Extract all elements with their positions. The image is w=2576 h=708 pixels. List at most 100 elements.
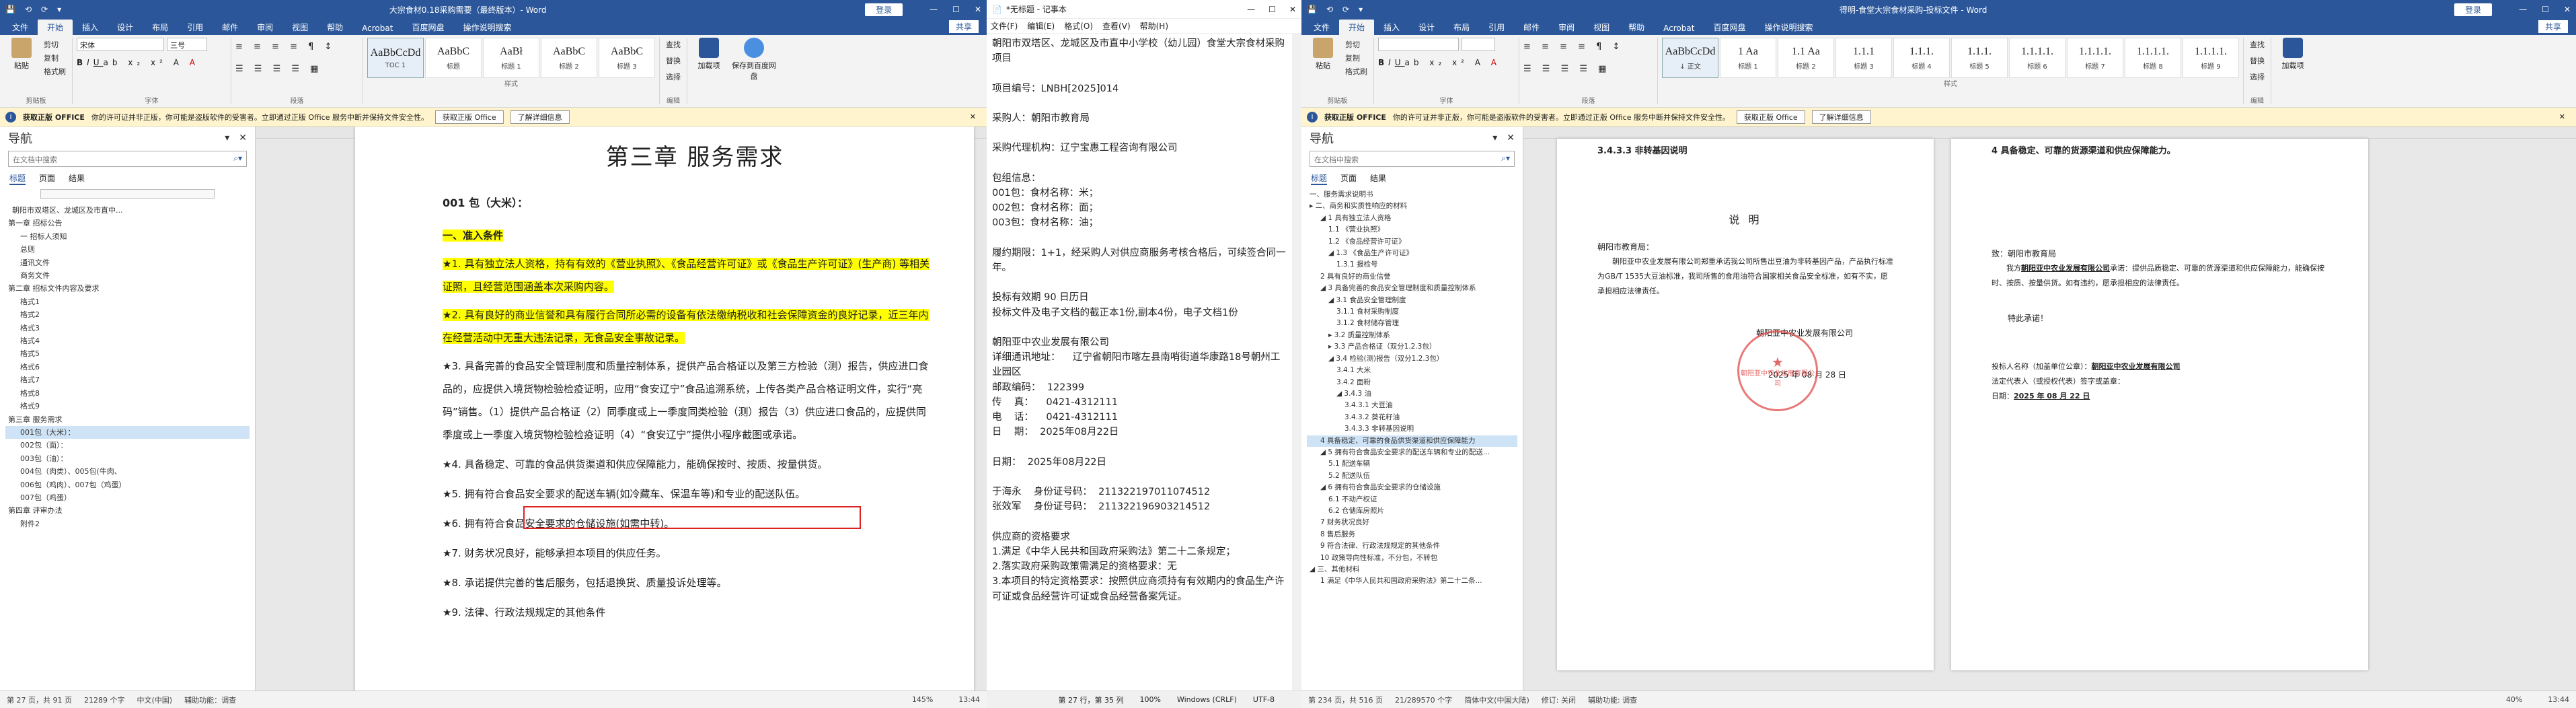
nav-heading-item[interactable]: 1.2 《食品经营许可证》 [1307, 236, 1517, 248]
tab-help[interactable]: 帮助 [1619, 20, 1654, 35]
tab-help[interactable]: 帮助 [317, 20, 352, 35]
nav-heading-item[interactable]: 通讯文件 [5, 256, 250, 269]
nav-heading-item[interactable]: 一 招标人须知 [5, 230, 250, 243]
paragraph-buttons[interactable]: ≡ ≡ ≡ ≡ ¶ ↕ [1523, 38, 1624, 52]
menu-help[interactable]: 帮助(H) [1140, 20, 1168, 32]
nav-tab-results[interactable]: 结果 [1370, 172, 1386, 185]
nav-heading-item[interactable]: 1.1 《营业执照》 [1307, 224, 1517, 236]
maximize-icon[interactable]: ☐ [952, 5, 960, 14]
tab-design[interactable]: 设计 [1409, 20, 1444, 35]
copy-button[interactable]: 复制 [1343, 51, 1369, 65]
font-size-box[interactable]: 三号 [167, 38, 207, 51]
save-icon[interactable]: 💾 [1307, 5, 1317, 14]
baidu-save-button[interactable]: 保存到百度网盘 [730, 38, 778, 104]
nav-heading-item[interactable]: 格式2 [5, 308, 250, 321]
paste-button[interactable]: 粘贴 [1305, 38, 1340, 78]
tab-review[interactable]: 审阅 [1549, 20, 1584, 35]
format-painter-button[interactable]: 格式刷 [1343, 65, 1369, 78]
nav-heading-item[interactable]: 格式8 [5, 387, 250, 400]
style-4[interactable]: AaBbC 标题 3 [599, 38, 655, 78]
style-2[interactable]: 1.1 Aa 标题 2 [1778, 38, 1834, 78]
tab-home[interactable]: 开始 [1339, 20, 1375, 35]
tab-acrobat[interactable]: Acrobat [352, 22, 402, 35]
tab-references[interactable]: 引用 [1479, 20, 1514, 35]
nav-heading-item[interactable]: 朝阳市双塔区、龙城区及市直中... [5, 204, 250, 217]
tab-review[interactable]: 审阅 [248, 20, 282, 35]
tab-file[interactable]: 文件 [3, 20, 38, 35]
style-8[interactable]: 1.1.1.1. 标题 8 [2125, 38, 2181, 78]
addins-button[interactable]: 加载项 [691, 38, 726, 104]
nav-heading-item[interactable]: 1 满足《中华人民共和国政府采购法》第二十二条... [1307, 575, 1517, 587]
minimize-icon[interactable]: — [930, 5, 938, 14]
menu-view[interactable]: 查看(V) [1102, 20, 1131, 32]
nav-heading-item[interactable]: 3.4.3.3 非转基因说明 [1307, 423, 1517, 435]
close-message-icon[interactable]: ✕ [2559, 112, 2565, 121]
format-painter-button[interactable]: 格式刷 [42, 65, 68, 78]
style-2[interactable]: AaBł 标题 1 [483, 38, 539, 78]
style-3[interactable]: 1.1.1 标题 3 [1835, 38, 1892, 78]
nav-heading-item[interactable]: 格式7 [5, 374, 250, 386]
nav-heading-item[interactable]: 3.4.3.2 葵花籽油 [1307, 412, 1517, 423]
nav-heading-item[interactable]: 6.2 仓储库房照片 [1307, 505, 1517, 517]
copy-button[interactable]: 复制 [42, 51, 68, 65]
undo-icon[interactable]: ⟲ [1326, 5, 1333, 14]
tab-view[interactable]: 视图 [1584, 20, 1619, 35]
nav-heading-item[interactable]: 2 具有良好的商业信誉 [1307, 271, 1517, 283]
tab-acrobat[interactable]: Acrobat [1654, 22, 1704, 35]
tell-me-search[interactable]: 操作说明搜索 [453, 20, 521, 35]
accessibility-status[interactable]: 辅助功能: 调查 [1588, 695, 1637, 705]
tab-baidu[interactable]: 百度网盘 [402, 20, 453, 35]
nav-heading-item[interactable]: 5.1 配送车辆 [1307, 458, 1517, 470]
nav-heading-item[interactable]: 3.1.2 食材储存管理 [1307, 318, 1517, 329]
nav-heading-item[interactable]: ◢ 1 具有独立法人资格 [1307, 213, 1517, 224]
nav-heading-item[interactable]: ▸ 二、商务和实质性响应的材料 [1307, 201, 1517, 212]
minimize-icon[interactable]: — [2519, 5, 2527, 14]
select-button[interactable]: 选择 [2248, 70, 2267, 83]
nav-heading-item[interactable]: 第四章 评审办法 [5, 504, 250, 517]
tab-mailings[interactable]: 邮件 [213, 20, 248, 35]
nav-tab-pages[interactable]: 页面 [39, 172, 55, 185]
tab-mailings[interactable]: 邮件 [1514, 20, 1549, 35]
nav-close-icon[interactable]: ✕ [239, 133, 247, 143]
nav-heading-item[interactable]: 5.2 配送队伍 [1307, 470, 1517, 482]
font-size-box[interactable] [1462, 38, 1495, 51]
language[interactable]: 简体中文(中国大陆) [1464, 695, 1529, 705]
close-icon[interactable]: ✕ [1289, 5, 1296, 14]
nav-search-input[interactable]: 在文档中搜索 ⌕▾ [8, 151, 247, 167]
tab-file[interactable]: 文件 [1304, 20, 1339, 35]
nav-tab-headings[interactable]: 标题 [1311, 172, 1328, 185]
nav-heading-item[interactable]: 8 售后服务 [1307, 529, 1517, 540]
nav-heading-item[interactable]: 3.4.2 面粉 [1307, 377, 1517, 388]
share-button[interactable]: 共享 [2538, 20, 2568, 33]
nav-heading-item[interactable]: 3.4.1 大米 [1307, 365, 1517, 376]
nav-heading-item[interactable]: 格式4 [5, 334, 250, 347]
font-name-box[interactable] [1378, 38, 1459, 51]
redo-icon[interactable]: ⟳ [1342, 5, 1349, 14]
nav-options-icon[interactable]: ▾ [225, 133, 229, 143]
nav-heading-item[interactable]: 4 具备稳定、可靠的食品供货渠道和供应保障能力 [1307, 435, 1517, 447]
signin-button[interactable]: 登录 [865, 3, 903, 16]
nav-heading-item[interactable]: 003包（油）： [5, 452, 250, 465]
tab-references[interactable]: 引用 [178, 20, 213, 35]
close-icon[interactable]: ✕ [2564, 5, 2571, 14]
save-icon[interactable]: 💾 [5, 5, 15, 14]
nav-heading-item[interactable]: 10 政策导向性标准，不分包，不转包 [1307, 553, 1517, 564]
nav-tab-results[interactable]: 结果 [69, 172, 85, 185]
menu-edit[interactable]: 编辑(E) [1027, 20, 1055, 32]
nav-options-icon[interactable]: ▾ [1492, 133, 1497, 143]
page-count[interactable]: 第 27 页，共 91 页 [7, 695, 72, 705]
align-buttons[interactable]: ☰ ☰ ☰ ☰ ▦ [1523, 55, 1610, 74]
style-1[interactable]: AaBbC 标题 [425, 38, 482, 78]
nav-heading-item[interactable]: 格式5 [5, 347, 250, 360]
paragraph-buttons[interactable]: ≡ ≡ ≡ ≡ ¶ ↕ [235, 38, 336, 52]
tab-view[interactable]: 视图 [282, 20, 317, 35]
tab-design[interactable]: 设计 [108, 20, 143, 35]
nav-heading-item[interactable]: 第三章 服务需求 [5, 413, 250, 426]
align-buttons[interactable]: ☰ ☰ ☰ ☰ ▦ [235, 55, 322, 74]
nav-heading-item[interactable]: 7 财务状况良好 [1307, 517, 1517, 528]
nav-heading-item[interactable]: 3.4.3.1 大豆油 [1307, 400, 1517, 411]
nav-heading-item[interactable]: ◢ 5 拥有符合食品安全要求的配送车辆和专业的配送... [1307, 447, 1517, 458]
nav-tab-pages[interactable]: 页面 [1340, 172, 1357, 185]
nav-heading-item[interactable]: ◢ 1.3 《食品生产许可证》 [1307, 248, 1517, 259]
nav-heading-item[interactable]: ◢ 6 拥有符合食品安全要求的仓储设施 [1307, 482, 1517, 493]
